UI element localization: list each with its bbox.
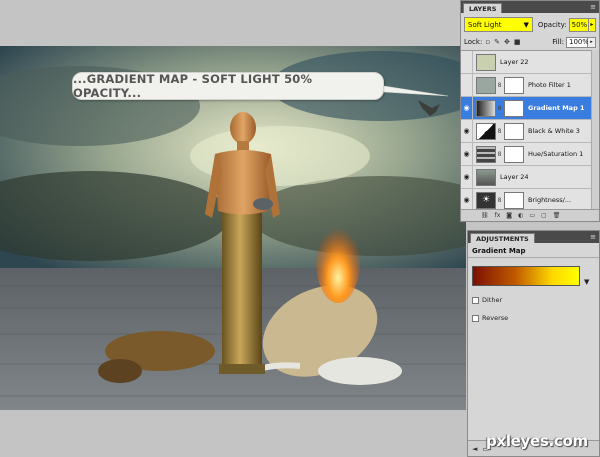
layer-row[interactable]: ◉ 8 Hue/Saturation 1	[461, 142, 599, 166]
reverse-label: Reverse	[482, 314, 509, 322]
adjustments-panel[interactable]: ADJUSTMENTS ≡ Gradient Map ▼ Dither Reve…	[467, 230, 600, 457]
layer-name: Layer 22	[500, 58, 529, 66]
document-canvas[interactable]: ...GRADIENT MAP - SOFT LIGHT 50% OPACITY…	[0, 46, 466, 410]
panel-menu-icon[interactable]: ≡	[590, 232, 599, 243]
adjustment-layer-icon[interactable]: ◐	[518, 212, 523, 219]
layer-thumbnail	[476, 53, 496, 71]
reverse-option[interactable]: Reverse	[468, 312, 599, 324]
adjustment-thumbnail	[476, 99, 496, 117]
reverse-checkbox[interactable]	[472, 314, 479, 322]
layer-name: Brightness/...	[528, 196, 572, 204]
trash-icon[interactable]: 🗑	[553, 212, 561, 219]
chevron-down-icon[interactable]: ▼	[584, 278, 589, 286]
lock-all-icon[interactable]: ■	[514, 38, 521, 46]
dither-checkbox[interactable]	[472, 296, 479, 304]
add-mask-icon[interactable]: ◙	[506, 212, 512, 219]
layer-mask-thumbnail	[504, 76, 524, 94]
fill-label: Fill:	[552, 38, 564, 46]
dither-label: Dither	[482, 296, 503, 304]
lock-transparency-icon[interactable]: ▫	[485, 38, 490, 46]
layer-row[interactable]: ◉ ☀ 8 Brightness/...	[461, 188, 599, 210]
blend-mode-select[interactable]: Soft Light ▼	[464, 17, 533, 32]
opacity-slider-arrow-icon[interactable]: ▸	[588, 17, 596, 32]
layer-mask-thumbnail	[504, 99, 524, 117]
fx-icon[interactable]: fx	[495, 212, 501, 219]
link-chain-icon: 8	[497, 127, 502, 135]
layer-mask-thumbnail	[504, 122, 524, 140]
link-chain-icon: 8	[497, 81, 502, 89]
visibility-eye-icon[interactable]: ◉	[461, 119, 473, 143]
link-chain-icon: 8	[497, 150, 502, 158]
lock-row: Lock: ▫ ✎ ✥ ■ Fill: 100% ▸	[461, 35, 599, 49]
layer-list: ● Layer 22 ● 8 Photo Filter 1 ◉ 8 Gradie…	[461, 50, 599, 210]
lock-position-icon[interactable]: ✥	[504, 38, 510, 46]
lock-label: Lock:	[464, 38, 483, 46]
adjustments-tabbar: ADJUSTMENTS ≡	[468, 231, 599, 243]
layer-mask-thumbnail	[504, 191, 524, 209]
opacity-label: Opacity:	[537, 20, 567, 29]
annotation-callout: ...GRADIENT MAP - SOFT LIGHT 50% OPACITY…	[72, 72, 384, 100]
fill-slider-arrow-icon[interactable]: ▸	[588, 36, 596, 48]
fill-input[interactable]: 100%	[566, 36, 589, 48]
layers-panel[interactable]: LAYERS ≡ Soft Light ▼ Opacity: 50% ▸ Loc…	[460, 0, 600, 222]
link-chain-icon: 8	[497, 104, 502, 112]
lock-pixels-icon[interactable]: ✎	[494, 38, 500, 46]
opacity-input[interactable]: 50%	[568, 17, 589, 32]
layer-name: Black & White 3	[528, 127, 580, 135]
layer-row[interactable]: ◉ Layer 24	[461, 165, 599, 189]
layer-name: Photo Filter 1	[528, 81, 571, 89]
tab-layers[interactable]: LAYERS	[463, 3, 503, 13]
adjustment-thumbnail	[476, 122, 496, 140]
back-arrow-icon[interactable]: ◄	[472, 445, 477, 453]
new-layer-icon[interactable]: ▢	[541, 212, 547, 219]
layer-mask-thumbnail	[504, 145, 524, 163]
adjustment-thumbnail	[476, 145, 496, 163]
adjustment-thumbnail: ☀	[476, 191, 496, 209]
link-layers-icon[interactable]: ⛓	[481, 212, 489, 219]
gradient-preview-bar[interactable]	[472, 266, 580, 286]
visibility-eye-icon[interactable]: ◉	[461, 96, 473, 120]
composition-artwork	[0, 46, 466, 410]
layer-name: Layer 24	[500, 173, 529, 181]
visibility-eye-icon[interactable]: ●	[461, 73, 473, 97]
folder-icon[interactable]: ▭	[529, 212, 535, 219]
visibility-eye-icon[interactable]: ●	[461, 51, 473, 74]
blend-row: Soft Light ▼ Opacity: 50% ▸	[461, 13, 599, 35]
visibility-eye-icon[interactable]: ◉	[461, 188, 473, 210]
blend-mode-value: Soft Light	[468, 20, 502, 29]
layers-scrollbar[interactable]	[591, 50, 599, 210]
layers-footer: ⛓ fx ◙ ◐ ▭ ▢ 🗑	[461, 209, 599, 221]
panel-menu-icon[interactable]: ≡	[590, 2, 599, 13]
layer-row[interactable]: ● Layer 22	[461, 51, 599, 74]
layer-row-selected[interactable]: ◉ 8 Gradient Map 1	[461, 96, 599, 120]
layer-row[interactable]: ● 8 Photo Filter 1	[461, 73, 599, 97]
layer-row[interactable]: ◉ 8 Black & White 3	[461, 119, 599, 143]
chevron-down-icon: ▼	[523, 20, 529, 29]
layer-thumbnail	[476, 168, 496, 186]
watermark-logo: pxleyes.com	[486, 432, 588, 450]
layer-name: Hue/Saturation 1	[528, 150, 584, 158]
visibility-eye-icon[interactable]: ◉	[461, 165, 473, 189]
tab-adjustments[interactable]: ADJUSTMENTS	[470, 233, 535, 243]
layer-name: Gradient Map 1	[528, 104, 585, 112]
layers-tabbar: LAYERS ≡	[461, 1, 599, 13]
link-chain-icon: 8	[497, 196, 502, 204]
adjustment-thumbnail	[476, 76, 496, 94]
adjustment-title: Gradient Map	[468, 243, 599, 258]
visibility-eye-icon[interactable]: ◉	[461, 142, 473, 166]
dither-option[interactable]: Dither	[468, 294, 599, 306]
